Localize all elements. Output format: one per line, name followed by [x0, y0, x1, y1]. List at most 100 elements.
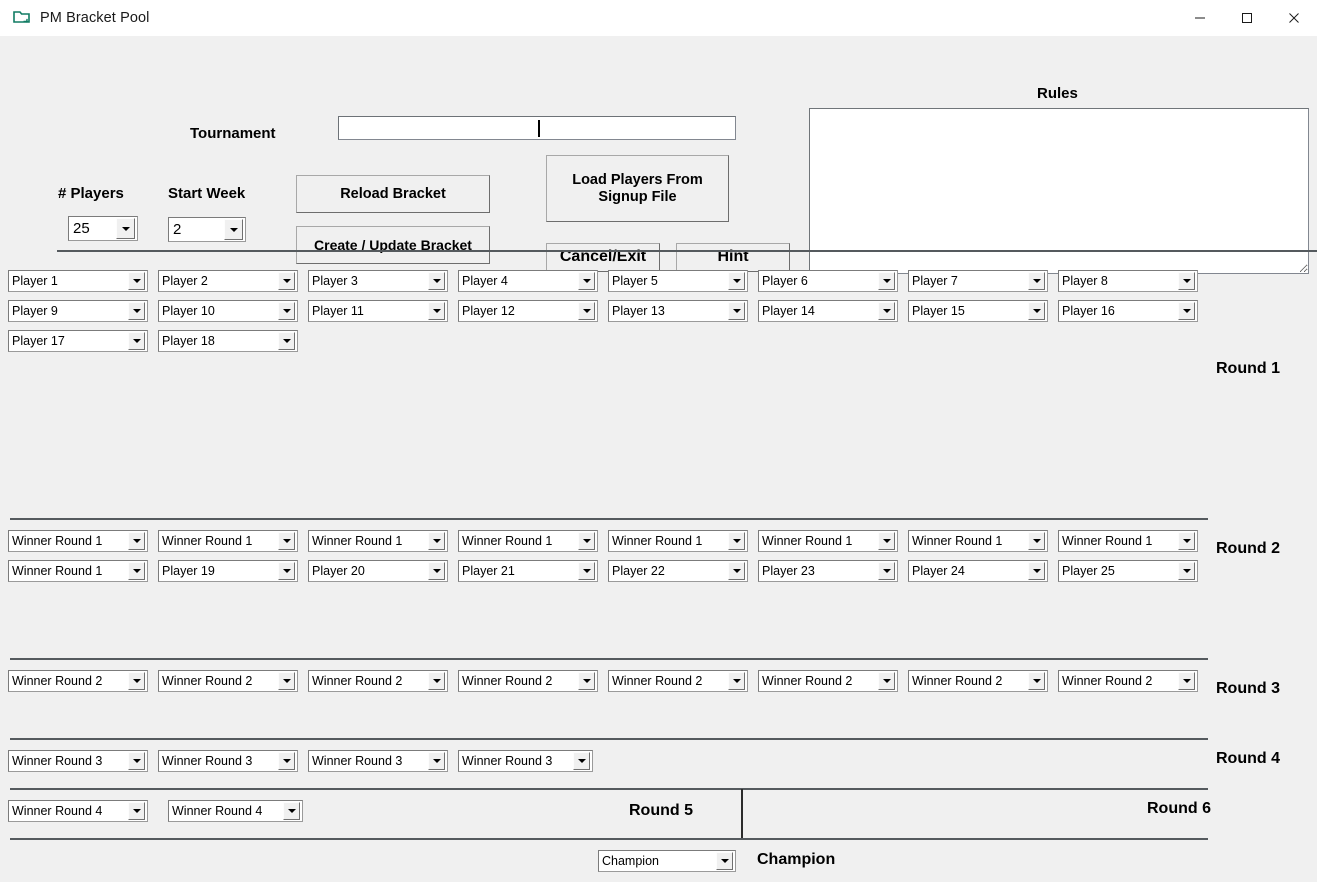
bracket-slot-combo[interactable]: Winner Round 2: [758, 670, 898, 692]
bracket-slot-combo[interactable]: Winner Round 1: [908, 530, 1048, 552]
chevron-down-icon[interactable]: [1178, 672, 1195, 690]
chevron-down-icon[interactable]: [278, 562, 295, 580]
chevron-down-icon[interactable]: [128, 272, 145, 290]
bracket-slot-combo[interactable]: Player 13: [608, 300, 748, 322]
chevron-down-icon[interactable]: [428, 272, 445, 290]
chevron-down-icon[interactable]: [1028, 302, 1045, 320]
chevron-down-icon[interactable]: [128, 802, 145, 820]
bracket-slot-combo[interactable]: Player 21: [458, 560, 598, 582]
chevron-down-icon[interactable]: [128, 532, 145, 550]
bracket-slot-combo[interactable]: Winner Round 3: [308, 750, 448, 772]
chevron-down-icon[interactable]: [716, 852, 733, 870]
chevron-down-icon[interactable]: [728, 562, 745, 580]
bracket-slot-combo[interactable]: Player 14: [758, 300, 898, 322]
chevron-down-icon[interactable]: [1178, 532, 1195, 550]
bracket-slot-combo[interactable]: Player 25: [1058, 560, 1198, 582]
tournament-input[interactable]: [338, 116, 736, 140]
bracket-slot-combo[interactable]: Player 12: [458, 300, 598, 322]
chevron-down-icon[interactable]: [1178, 302, 1195, 320]
bracket-slot-combo[interactable]: Player 7: [908, 270, 1048, 292]
chevron-down-icon[interactable]: [428, 672, 445, 690]
chevron-down-icon[interactable]: [128, 332, 145, 350]
bracket-slot-combo[interactable]: Winner Round 1: [1058, 530, 1198, 552]
bracket-slot-combo[interactable]: Winner Round 1: [8, 560, 148, 582]
chevron-down-icon[interactable]: [1178, 562, 1195, 580]
chevron-down-icon[interactable]: [578, 532, 595, 550]
chevron-down-icon[interactable]: [128, 302, 145, 320]
hint-button[interactable]: Hint: [676, 243, 790, 272]
reload-bracket-button[interactable]: Reload Bracket: [296, 175, 490, 213]
chevron-down-icon[interactable]: [128, 752, 145, 770]
bracket-slot-combo[interactable]: Player 6: [758, 270, 898, 292]
chevron-down-icon[interactable]: [116, 218, 135, 239]
bracket-slot-combo[interactable]: Player 17: [8, 330, 148, 352]
chevron-down-icon[interactable]: [128, 562, 145, 580]
create-update-bracket-button[interactable]: Create / Update Bracket: [296, 226, 490, 264]
bracket-slot-combo[interactable]: Winner Round 2: [908, 670, 1048, 692]
bracket-slot-combo[interactable]: Winner Round 3: [8, 750, 148, 772]
minimize-button[interactable]: [1176, 0, 1223, 36]
bracket-slot-combo[interactable]: Player 16: [1058, 300, 1198, 322]
bracket-slot-combo[interactable]: Player 2: [158, 270, 298, 292]
chevron-down-icon[interactable]: [278, 532, 295, 550]
chevron-down-icon[interactable]: [578, 302, 595, 320]
bracket-slot-combo[interactable]: Winner Round 4: [168, 800, 303, 822]
bracket-slot-combo[interactable]: Player 8: [1058, 270, 1198, 292]
bracket-slot-combo[interactable]: Winner Round 1: [8, 530, 148, 552]
num-players-combo[interactable]: 25: [68, 216, 138, 241]
chevron-down-icon[interactable]: [428, 532, 445, 550]
load-players-button[interactable]: Load Players From Signup File: [546, 155, 729, 222]
chevron-down-icon[interactable]: [728, 672, 745, 690]
bracket-slot-combo[interactable]: Winner Round 1: [158, 530, 298, 552]
cancel-exit-button[interactable]: Cancel/Exit: [546, 243, 660, 272]
chevron-down-icon[interactable]: [1028, 532, 1045, 550]
bracket-slot-combo[interactable]: Winner Round 1: [608, 530, 748, 552]
maximize-button[interactable]: [1223, 0, 1270, 36]
bracket-slot-combo[interactable]: Winner Round 2: [608, 670, 748, 692]
bracket-slot-combo[interactable]: Player 22: [608, 560, 748, 582]
bracket-slot-combo[interactable]: Player 5: [608, 270, 748, 292]
bracket-slot-combo[interactable]: Player 15: [908, 300, 1048, 322]
bracket-slot-combo[interactable]: Winner Round 2: [8, 670, 148, 692]
chevron-down-icon[interactable]: [428, 302, 445, 320]
bracket-slot-combo[interactable]: Winner Round 1: [308, 530, 448, 552]
chevron-down-icon[interactable]: [878, 672, 895, 690]
chevron-down-icon[interactable]: [878, 272, 895, 290]
champion-combo[interactable]: Champion: [598, 850, 736, 872]
bracket-slot-combo[interactable]: Player 23: [758, 560, 898, 582]
bracket-slot-combo[interactable]: Winner Round 1: [758, 530, 898, 552]
chevron-down-icon[interactable]: [1028, 272, 1045, 290]
chevron-down-icon[interactable]: [1178, 272, 1195, 290]
chevron-down-icon[interactable]: [728, 272, 745, 290]
bracket-slot-combo[interactable]: Winner Round 1: [458, 530, 598, 552]
bracket-slot-combo[interactable]: Player 1: [8, 270, 148, 292]
chevron-down-icon[interactable]: [578, 672, 595, 690]
chevron-down-icon[interactable]: [278, 332, 295, 350]
chevron-down-icon[interactable]: [428, 562, 445, 580]
bracket-slot-combo[interactable]: Player 24: [908, 560, 1048, 582]
bracket-slot-combo[interactable]: Player 4: [458, 270, 598, 292]
bracket-slot-combo[interactable]: Winner Round 2: [458, 670, 598, 692]
bracket-slot-combo[interactable]: Winner Round 3: [458, 750, 593, 772]
bracket-slot-combo[interactable]: Winner Round 2: [308, 670, 448, 692]
bracket-slot-combo[interactable]: Player 9: [8, 300, 148, 322]
chevron-down-icon[interactable]: [224, 219, 243, 240]
chevron-down-icon[interactable]: [878, 562, 895, 580]
bracket-slot-combo[interactable]: Winner Round 3: [158, 750, 298, 772]
chevron-down-icon[interactable]: [278, 302, 295, 320]
bracket-slot-combo[interactable]: Player 11: [308, 300, 448, 322]
bracket-slot-combo[interactable]: Player 18: [158, 330, 298, 352]
chevron-down-icon[interactable]: [1028, 562, 1045, 580]
chevron-down-icon[interactable]: [878, 302, 895, 320]
chevron-down-icon[interactable]: [878, 532, 895, 550]
chevron-down-icon[interactable]: [128, 672, 145, 690]
close-button[interactable]: [1270, 0, 1317, 36]
chevron-down-icon[interactable]: [278, 752, 295, 770]
chevron-down-icon[interactable]: [1028, 672, 1045, 690]
chevron-down-icon[interactable]: [728, 532, 745, 550]
bracket-slot-combo[interactable]: Player 3: [308, 270, 448, 292]
chevron-down-icon[interactable]: [728, 302, 745, 320]
chevron-down-icon[interactable]: [578, 272, 595, 290]
chevron-down-icon[interactable]: [278, 672, 295, 690]
chevron-down-icon[interactable]: [428, 752, 445, 770]
